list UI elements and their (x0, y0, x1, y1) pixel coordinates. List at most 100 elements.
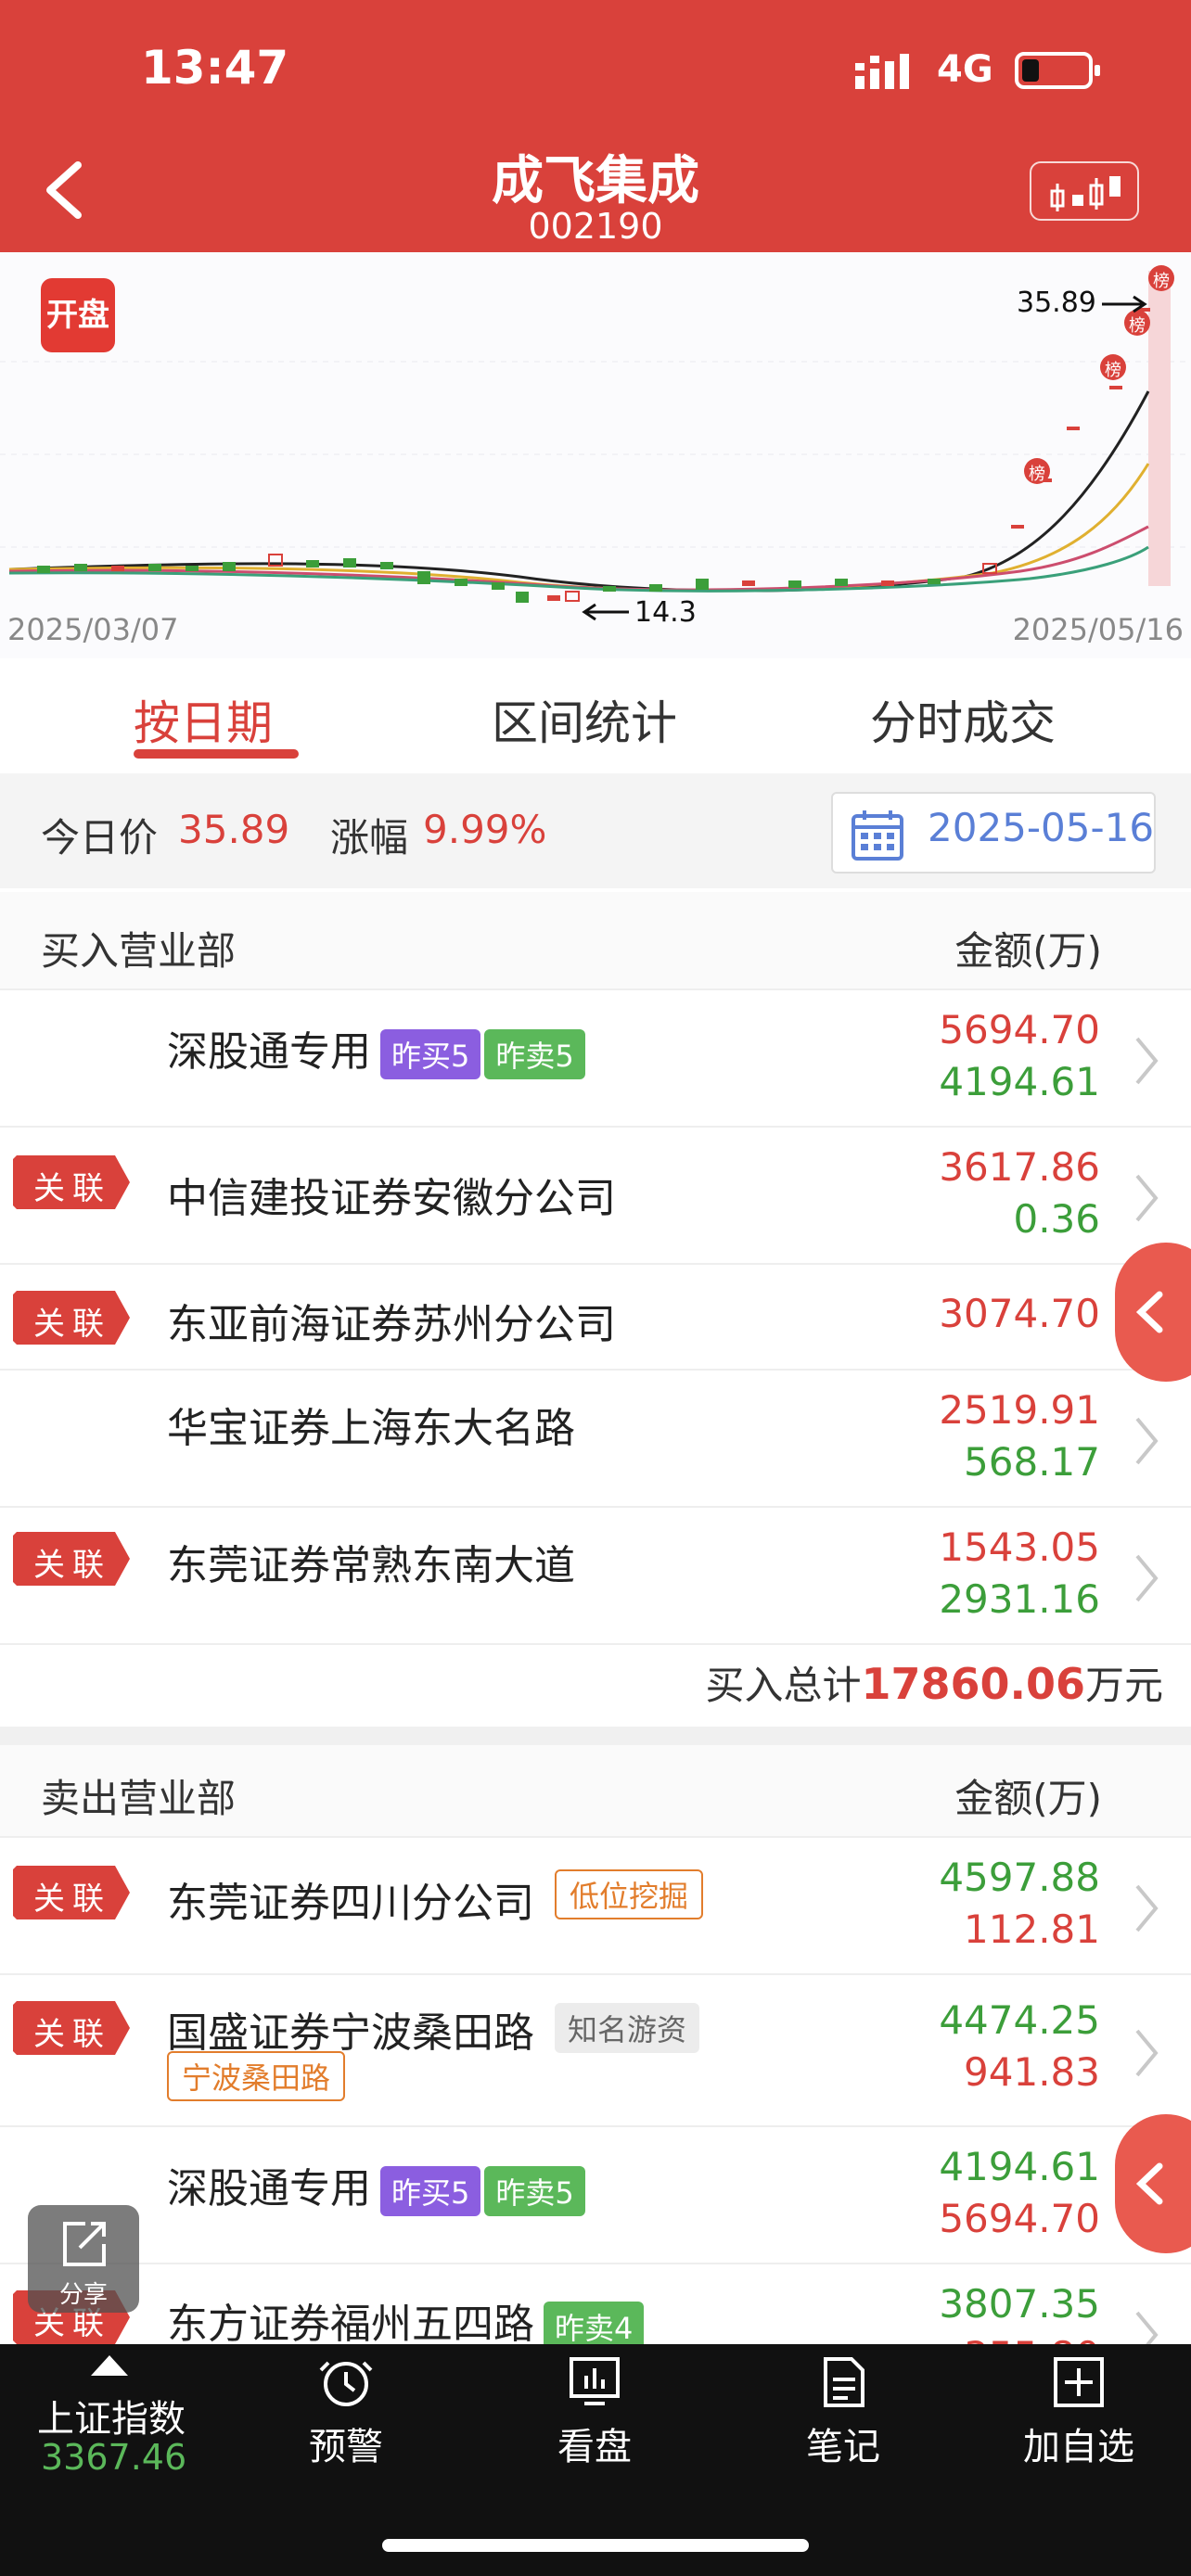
share-icon (63, 2222, 106, 2266)
broker-name-with-tags: 东方证券福州五四路 昨卖4 (167, 2290, 645, 2352)
nav-notes[interactable]: 笔记 (760, 2417, 927, 2470)
nav-watch[interactable]: 看盘 (511, 2417, 678, 2470)
chart-end-date: 2025/05/16 (1012, 612, 1184, 647)
related-badge-label: 关联 (33, 1170, 111, 1207)
side-expand-button[interactable] (1115, 1243, 1191, 1382)
related-badge-label: 关联 (33, 1306, 111, 1343)
broker-name: 东莞证券常熟东南大道 (167, 1542, 575, 1589)
tab-interval-stats[interactable]: 区间统计 (492, 686, 677, 753)
notes-icon[interactable] (816, 2355, 870, 2409)
tag-famous-trader: 知名游资 (555, 2003, 700, 2053)
sell-amount: 568.17 (964, 1439, 1100, 1485)
buy-amount: 1543.05 (939, 1524, 1100, 1570)
buy-row[interactable]: 关联 东亚前海证券苏州分公司 3074.70 (0, 1263, 1191, 1369)
chart-start-date: 2025/03/07 (7, 612, 179, 647)
section-divider (0, 1727, 1191, 1745)
signal-icon (855, 54, 909, 89)
home-indicator (382, 2539, 809, 2552)
tab-intraday-trades[interactable]: 分时成交 (870, 686, 1056, 753)
buy-row[interactable]: 华宝证券上海东大名路 2519.91 568.17 (0, 1369, 1191, 1506)
sell-section-header: 卖出营业部 金额(万) (0, 1745, 1191, 1845)
chevron-right-icon (1135, 1554, 1159, 1602)
alarm-clock-icon[interactable] (319, 2355, 373, 2409)
sell-amount: 4194.61 (939, 1059, 1100, 1104)
sell-amount: 0.36 (1013, 1196, 1100, 1242)
sell-row[interactable]: 深股通专用 昨买5 昨卖5 4194.61 5694.70 (0, 2125, 1191, 2263)
active-tab-indicator (134, 749, 299, 759)
related-badge: 关联 (13, 1291, 130, 1345)
tag-yesterday-sell: 昨卖5 (484, 1029, 585, 1079)
battery-icon (1015, 52, 1100, 89)
sell-amount: 4194.61 (939, 2144, 1100, 2189)
nav-alert[interactable]: 预警 (263, 2417, 429, 2470)
sell-amount: 4597.88 (939, 1855, 1100, 1900)
buy-amount: 3617.86 (939, 1144, 1100, 1190)
app-root: 13:47 4G 成飞集成 002190 榜 榜 榜 榜 35.89 14.3 … (0, 0, 1191, 2576)
status-time: 13:47 (141, 41, 289, 95)
tag-yesterday-buy: 昨买5 (380, 2166, 481, 2216)
broker-name: 深股通专用 (167, 1028, 371, 1076)
sell-amount: 4474.25 (939, 1997, 1100, 2043)
bang-label: 榜 (1105, 361, 1121, 380)
buy-amount: 941.83 (964, 2049, 1100, 2095)
buy-total-label: 买入总计 (705, 1663, 862, 1708)
sell-section-title: 卖出营业部 (41, 1776, 237, 1821)
kline-chart-svg: 榜 榜 榜 榜 35.89 14.3 (0, 265, 1191, 629)
chevron-right-icon (1135, 1037, 1159, 1085)
buy-amount: 2519.91 (939, 1387, 1100, 1433)
chevron-right-icon (1135, 1174, 1159, 1222)
sell-row[interactable]: 关联 东莞证券四川分公司 低位挖掘 4597.88 112.81 (0, 1836, 1191, 1973)
high-label: 35.89 (1017, 287, 1096, 319)
candlestick-icon (1050, 176, 1121, 211)
index-value: 3367.46 (41, 2437, 187, 2478)
bang-label: 榜 (1029, 465, 1045, 484)
broker-name: 东莞证券四川分公司 (167, 1880, 534, 1927)
index-name[interactable]: 上证指数 (37, 2389, 186, 2442)
broker-name: 深股通专用 (167, 2165, 371, 2213)
share-button[interactable]: 分享 (28, 2205, 139, 2313)
buy-total: 买入总计17860.06万元 (705, 1654, 1163, 1711)
add-box-icon[interactable] (1052, 2355, 1106, 2409)
buy-row[interactable]: 关联 中信建投证券安徽分公司 3617.86 0.36 (0, 1126, 1191, 1263)
buy-total-unit: 万元 (1084, 1663, 1163, 1708)
tab-by-date[interactable]: 按日期 (134, 686, 273, 753)
change-value: 9.99% (423, 807, 547, 852)
low-label: 14.3 (634, 596, 697, 629)
related-badge-label: 关联 (33, 1881, 111, 1918)
related-badge-label: 关联 (33, 1547, 111, 1584)
kline-toggle-button[interactable] (1030, 161, 1139, 221)
sell-amount-header: 金额(万) (954, 1776, 1102, 1821)
chevron-left-icon (1135, 1291, 1163, 1333)
tag-low-level-mining: 低位挖掘 (555, 1869, 704, 1919)
today-price-value: 35.89 (178, 807, 290, 852)
buy-row[interactable]: 深股通专用 昨买5 昨卖5 5694.70 4194.61 (0, 988, 1191, 1126)
kline-chart[interactable]: 榜 榜 榜 榜 35.89 14.3 (0, 252, 1191, 658)
buy-amount: 5694.70 (939, 1007, 1100, 1052)
share-label: 分享 (58, 2281, 108, 2309)
calendar-icon (852, 810, 903, 861)
related-badge: 关联 (13, 1532, 130, 1586)
buy-total-value: 17860.06 (861, 1659, 1085, 1709)
sell-row[interactable]: 关联 国盛证券宁波桑田路 知名游资 宁波桑田路 4474.25 941.83 (0, 1973, 1191, 2125)
broker-name: 国盛证券宁波桑田路 (167, 2009, 534, 2057)
broker-name: 东亚前海证券苏州分公司 (167, 1301, 616, 1348)
side-expand-button[interactable] (1115, 2114, 1191, 2253)
candles (37, 308, 1150, 603)
buy-amount-header: 金额(万) (954, 928, 1102, 974)
buy-amount: 5694.70 (939, 2196, 1100, 2241)
broker-name: 华宝证券上海东大名路 (167, 1405, 575, 1452)
change-label: 涨幅 (330, 815, 409, 861)
monitor-chart-icon[interactable] (568, 2355, 621, 2409)
related-badge: 关联 (13, 1155, 130, 1209)
buy-row[interactable]: 关联 东莞证券常熟东南大道 1543.05 2931.16 (0, 1506, 1191, 1643)
open-badge[interactable]: 开盘 (41, 278, 115, 352)
network-label: 4G (937, 48, 993, 91)
bang-label: 榜 (1153, 272, 1170, 291)
nav-add-watchlist[interactable]: 加自选 (995, 2417, 1162, 2470)
date-value: 2025-05-16 (928, 805, 1155, 850)
stock-code: 002190 (528, 206, 663, 247)
broker-name: 东方证券福州五四路 (167, 2301, 534, 2348)
chevron-left-icon (1135, 2162, 1163, 2205)
related-badge: 关联 (13, 1866, 130, 1919)
tag-yesterday-sell: 昨卖5 (484, 2166, 585, 2216)
